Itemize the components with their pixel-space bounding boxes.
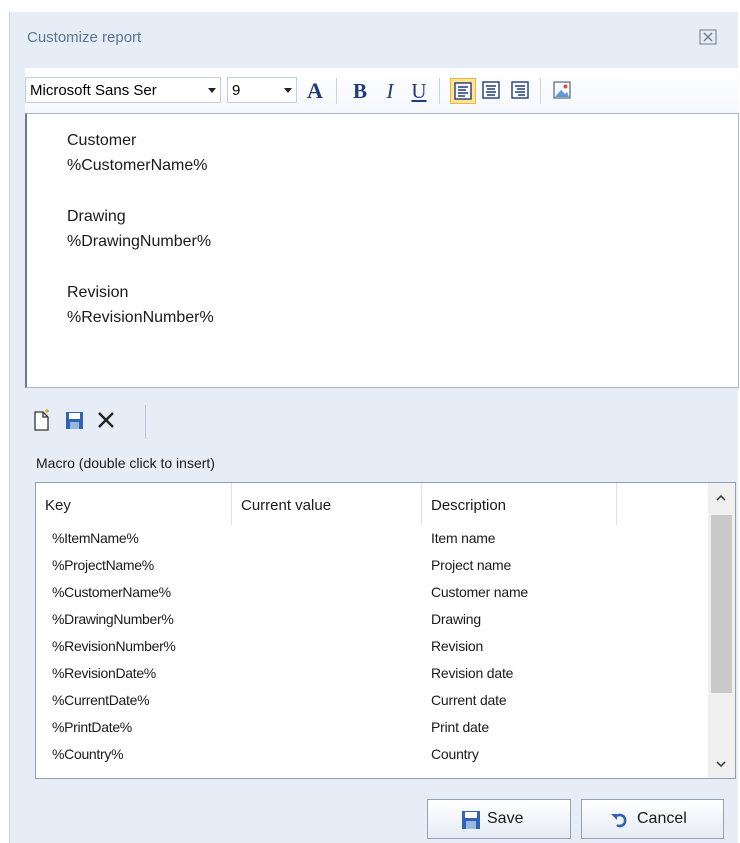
align-center-button[interactable]	[478, 78, 504, 104]
font-color-button[interactable]: A	[302, 78, 328, 104]
insert-image-icon	[553, 81, 571, 99]
table-row[interactable]: %RevisionDate% Revision date	[36, 659, 706, 686]
macro-description: Drawing	[431, 611, 481, 627]
scroll-up-icon[interactable]	[714, 491, 728, 505]
macro-description: Project name	[431, 557, 512, 573]
macro-description: Item name	[431, 530, 496, 546]
macro-key: %CustomerName%	[52, 584, 171, 600]
editor-line: %DrawingNumber%	[67, 233, 212, 250]
macro-key: %RevisionNumber%	[52, 638, 176, 654]
table-row[interactable]: %ItemName% Item name	[36, 524, 706, 551]
delete-icon	[98, 412, 114, 428]
dialog-title: Customize report	[27, 29, 142, 46]
table-row[interactable]: %DrawingNumber% Drawing	[36, 605, 706, 632]
macro-key: %ItemName%	[52, 530, 139, 546]
editor-line: Customer	[67, 132, 137, 149]
underline-button[interactable]: U	[406, 78, 432, 104]
underline-icon: U	[411, 79, 427, 103]
new-document-icon	[34, 409, 49, 431]
align-left-button[interactable]	[450, 78, 476, 104]
macro-description: Customer name	[431, 584, 528, 600]
new-document-button[interactable]	[29, 407, 53, 433]
customize-report-dialog: Customize report Microsoft Sans Ser 9 A …	[9, 12, 739, 843]
table-row[interactable]: %RevisionNumber% Revision	[36, 632, 706, 659]
report-text-editor[interactable]: Customer %CustomerName% Drawing %Drawing…	[25, 113, 739, 388]
editor-line: Revision	[67, 284, 129, 301]
scrollbar-thumb[interactable]	[711, 515, 732, 693]
toolbar-separator	[439, 78, 440, 104]
italic-button[interactable]: I	[377, 78, 403, 104]
undo-icon	[611, 813, 627, 828]
italic-icon: I	[386, 79, 394, 103]
column-header-label: Key	[45, 497, 71, 514]
font-family-select[interactable]: Microsoft Sans Ser	[25, 77, 221, 103]
format-toolbar: Microsoft Sans Ser 9 A B I U	[25, 68, 739, 114]
column-header-current-value[interactable]: Current value	[232, 483, 422, 525]
macro-description: Revision	[431, 638, 484, 654]
table-row[interactable]: %PrintDate% Print date	[36, 713, 706, 740]
macro-list[interactable]: Key Current value Description %ItemName%…	[35, 482, 736, 779]
cancel-button-label: Cancel	[637, 810, 687, 827]
macro-key: %DrawingNumber%	[52, 611, 174, 627]
save-icon	[462, 811, 480, 829]
close-icon[interactable]	[698, 28, 718, 46]
table-row[interactable]: %Country% Country	[36, 740, 706, 767]
editor-line: %CustomerName%	[67, 157, 208, 174]
bold-icon: B	[352, 79, 367, 103]
delete-button[interactable]	[94, 407, 118, 433]
macro-list-label: Macro (double click to insert)	[36, 455, 215, 471]
macro-key: %ProjectName%	[52, 557, 154, 573]
toolbar-separator	[540, 78, 541, 104]
cancel-button[interactable]: Cancel	[581, 799, 724, 839]
chevron-down-icon	[284, 88, 292, 93]
bold-button[interactable]: B	[347, 78, 373, 104]
scroll-down-icon[interactable]	[714, 757, 728, 771]
save-icon	[66, 412, 83, 429]
table-row[interactable]: %CustomerName% Customer name	[36, 578, 706, 605]
align-right-icon	[511, 81, 529, 99]
vertical-scrollbar[interactable]	[708, 483, 735, 778]
table-row[interactable]: %CurrentDate% Current date	[36, 686, 706, 713]
font-color-icon: A	[307, 78, 323, 103]
column-header-key[interactable]: Key	[36, 483, 232, 525]
macro-description: Revision date	[431, 665, 514, 681]
save-button-label: Save	[487, 810, 524, 827]
macro-key: %CurrentDate%	[52, 692, 150, 708]
toolbar-separator	[336, 78, 337, 104]
save-template-button[interactable]	[62, 407, 86, 433]
title-bar: Customize report	[10, 12, 739, 62]
table-row[interactable]: %ProjectName% Project name	[36, 551, 706, 578]
column-header-description[interactable]: Description	[422, 483, 617, 525]
column-header-label: Current value	[241, 497, 332, 514]
macro-key: %Country%	[52, 746, 124, 762]
macro-key: %PrintDate%	[52, 719, 132, 735]
align-center-icon	[482, 81, 500, 99]
toolbar-edge	[145, 405, 146, 439]
macro-key: %RevisionDate%	[52, 665, 156, 681]
macro-description: Current date	[431, 692, 507, 708]
insert-image-button[interactable]	[549, 78, 575, 104]
font-size-select[interactable]: 9	[227, 77, 297, 103]
align-left-icon	[454, 82, 472, 100]
editor-line: Drawing	[67, 208, 126, 225]
align-right-button[interactable]	[507, 78, 533, 104]
save-button[interactable]: Save	[427, 799, 571, 839]
editor-line: %RevisionNumber%	[67, 309, 214, 326]
macro-description: Country	[431, 746, 479, 762]
chevron-down-icon	[208, 88, 216, 93]
file-toolbar	[25, 403, 150, 441]
macro-description: Print date	[431, 719, 489, 735]
column-header-label: Description	[431, 497, 507, 514]
font-family-value: Microsoft Sans Ser	[30, 82, 157, 99]
font-size-value: 9	[232, 82, 241, 99]
